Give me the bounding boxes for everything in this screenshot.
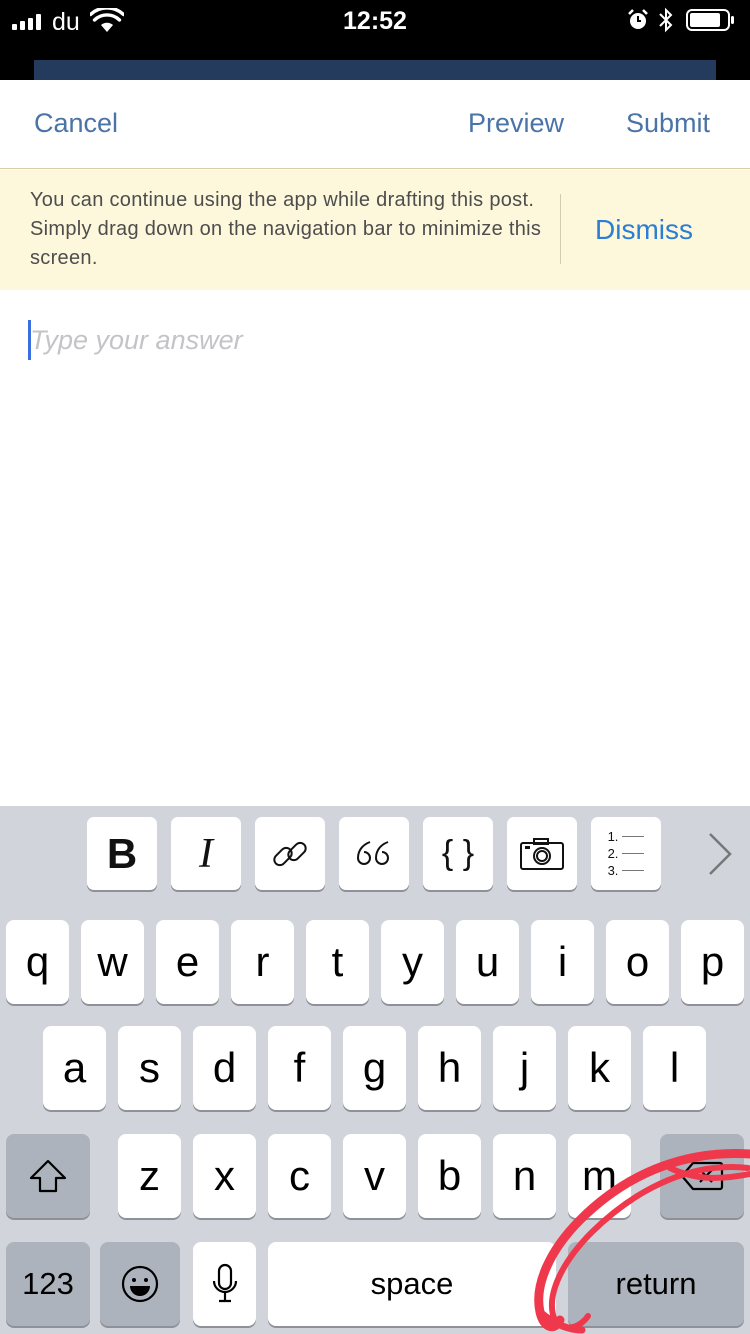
bold-icon: B: [106, 829, 138, 877]
answer-input[interactable]: [30, 318, 720, 362]
key-s[interactable]: s: [118, 1026, 181, 1110]
dictation-key[interactable]: [193, 1242, 256, 1326]
italic-icon: I: [199, 830, 213, 877]
microphone-icon: [212, 1263, 237, 1303]
list-number-1: 1.: [607, 829, 619, 844]
key-l[interactable]: l: [643, 1026, 706, 1110]
quote-button[interactable]: [339, 817, 409, 890]
numbered-list-icon: 1. 2. 3.: [608, 828, 645, 879]
key-b[interactable]: b: [418, 1134, 481, 1218]
key-h[interactable]: h: [418, 1026, 481, 1110]
emoji-icon: [121, 1265, 159, 1303]
key-w[interactable]: w: [81, 920, 144, 1004]
emoji-key[interactable]: [100, 1242, 180, 1326]
key-u[interactable]: u: [456, 920, 519, 1004]
key-e[interactable]: e: [156, 920, 219, 1004]
answer-editor[interactable]: [0, 290, 750, 806]
key-q[interactable]: q: [6, 920, 69, 1004]
key-i[interactable]: i: [531, 920, 594, 1004]
camera-button[interactable]: [507, 817, 577, 890]
bold-button[interactable]: B: [87, 817, 157, 890]
status-bar: du 12:52: [0, 0, 750, 60]
key-j[interactable]: j: [493, 1026, 556, 1110]
numbers-key[interactable]: 123: [6, 1242, 90, 1326]
space-key[interactable]: space: [268, 1242, 556, 1326]
battery-icon: [686, 9, 734, 31]
italic-button[interactable]: I: [171, 817, 241, 890]
key-k[interactable]: k: [568, 1026, 631, 1110]
shift-icon: [29, 1159, 67, 1193]
key-t[interactable]: t: [306, 920, 369, 1004]
key-c[interactable]: c: [268, 1134, 331, 1218]
key-a[interactable]: a: [43, 1026, 106, 1110]
banner-divider: [560, 194, 561, 264]
key-x[interactable]: x: [193, 1134, 256, 1218]
red-annotation-circle: [534, 1149, 750, 1334]
code-button[interactable]: { }: [423, 817, 493, 890]
submit-button[interactable]: Submit: [626, 108, 710, 139]
key-y[interactable]: y: [381, 920, 444, 1004]
key-o[interactable]: o: [606, 920, 669, 1004]
dismiss-button[interactable]: Dismiss: [595, 214, 693, 246]
key-p[interactable]: p: [681, 920, 744, 1004]
link-icon: [273, 841, 307, 866]
key-v[interactable]: v: [343, 1134, 406, 1218]
shift-key[interactable]: [6, 1134, 90, 1218]
cancel-button[interactable]: Cancel: [34, 108, 118, 139]
key-d[interactable]: d: [193, 1026, 256, 1110]
key-z[interactable]: z: [118, 1134, 181, 1218]
key-f[interactable]: f: [268, 1026, 331, 1110]
numbered-list-button[interactable]: 1. 2. 3.: [591, 817, 661, 890]
key-r[interactable]: r: [231, 920, 294, 1004]
bluetooth-icon: [659, 7, 673, 33]
quote-icon: [356, 840, 389, 865]
underlying-app-strip: [0, 60, 750, 80]
list-number-3: 3.: [607, 863, 619, 878]
key-g[interactable]: g: [343, 1026, 406, 1110]
preview-button[interactable]: Preview: [468, 108, 564, 139]
list-number-2: 2.: [607, 846, 619, 861]
alarm-icon: [628, 9, 648, 29]
link-button[interactable]: [255, 817, 325, 890]
banner-message: You can continue using the app while dra…: [30, 189, 542, 269]
draft-info-banner: You can continue using the app while dra…: [0, 170, 750, 290]
chevron-right-icon[interactable]: [702, 828, 738, 880]
code-icon: { }: [441, 834, 475, 872]
camera-icon: [520, 837, 564, 870]
compose-nav-bar[interactable]: Cancel Preview Submit: [0, 80, 750, 169]
